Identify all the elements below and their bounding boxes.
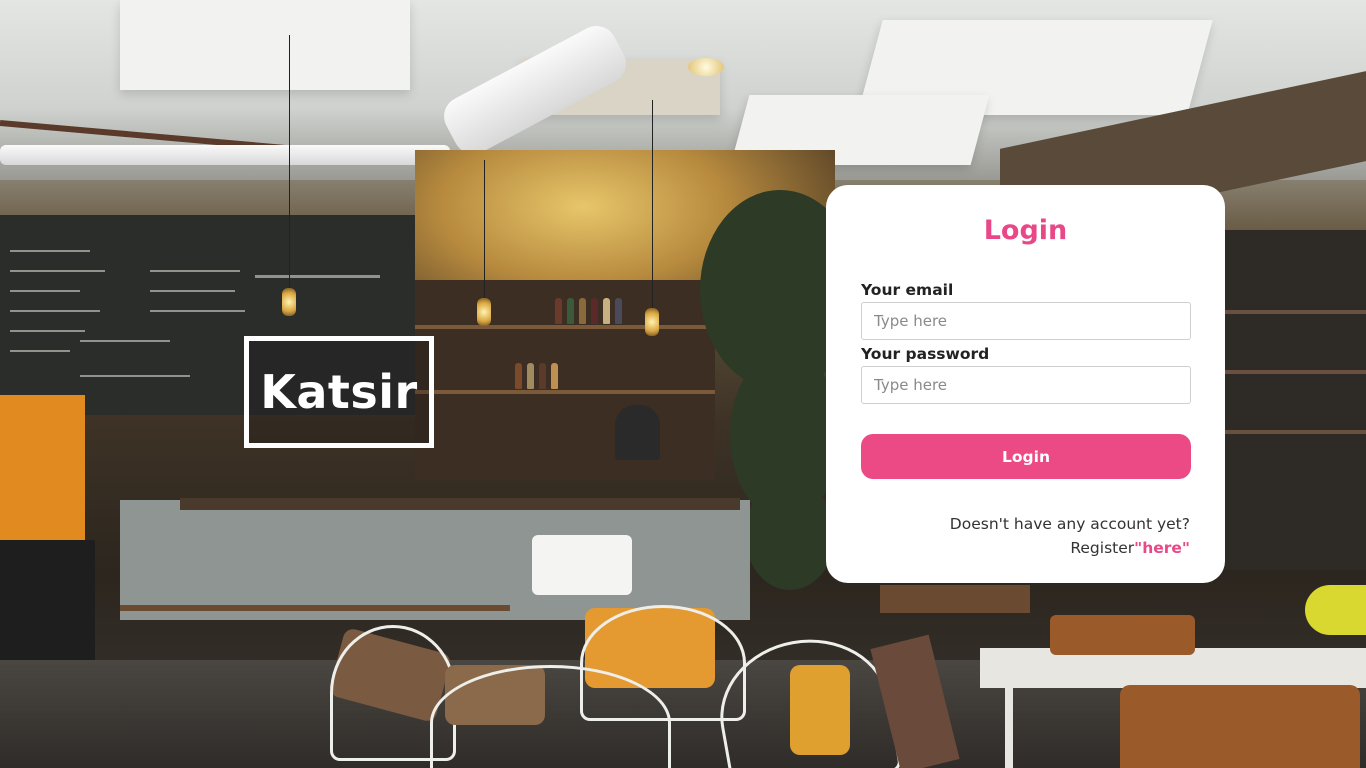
shelf [415,325,715,329]
ceiling-panel [120,0,410,90]
right-bar-shelves [1225,230,1366,570]
register-block: Doesn't have any account yet? Register"h… [861,512,1190,560]
wall-sink [532,535,632,595]
bottle [539,363,546,389]
register-prompt: Doesn't have any account yet? [949,515,1190,533]
yellow-helmet [1305,585,1366,635]
email-input[interactable] [861,302,1191,340]
barista [615,405,660,460]
bottle [555,298,562,324]
chalk-text [10,290,80,292]
chalk-text [10,350,70,352]
password-label: Your password [861,345,990,363]
wooden-chair [1120,685,1360,768]
register-prefix: Register [1070,539,1135,557]
chalk-text [80,375,190,377]
ceiling-spotlight [688,58,724,76]
login-card: Login Your email Your password Login Doe… [826,185,1225,583]
lamp-wire [484,160,485,300]
chalk-text [150,290,235,292]
chalk-text [10,310,100,312]
chalk-text [10,270,105,272]
shelf [1225,430,1366,434]
bottle [591,298,598,324]
counter-top [180,498,740,510]
password-input[interactable] [861,366,1191,404]
register-link[interactable]: "here" [1134,539,1190,557]
bottle [603,298,610,324]
lamp-wire [652,100,653,310]
service-counter [120,500,750,620]
pendant-lamp [477,298,491,326]
espresso-machine [0,395,85,540]
back-table [880,585,1030,613]
lamp-wire [289,35,290,290]
chalk-text [10,250,90,252]
register-line: Register"here" [861,536,1190,560]
email-label: Your email [861,281,954,299]
lower-shelf [120,605,510,611]
logo-text: Katsir [260,365,418,419]
cafe-background-photo: Katsir Login Your email Your password Lo… [0,0,1366,768]
shelf [1225,310,1366,314]
bottle [567,298,574,324]
bottle [579,298,586,324]
chalk-text [150,310,245,312]
pendant-lamp [645,308,659,336]
bottle [515,363,522,389]
shelf [1225,370,1366,374]
bottle [615,298,622,324]
login-button[interactable]: Login [861,434,1191,479]
wooden-chair [1050,615,1195,655]
chalk-text [255,275,380,278]
ceiling-rail [0,145,450,165]
bottle [551,363,558,389]
fig-plant [745,480,835,590]
shelf [415,390,715,394]
table-leg [1005,688,1013,768]
login-title: Login [983,215,1068,246]
logo-box: Katsir [244,336,434,448]
bar-shelves [415,280,715,480]
chalk-text [10,330,85,332]
bottle [527,363,534,389]
chalk-text [150,270,240,272]
chalk-text [80,340,170,342]
pendant-lamp [282,288,296,316]
